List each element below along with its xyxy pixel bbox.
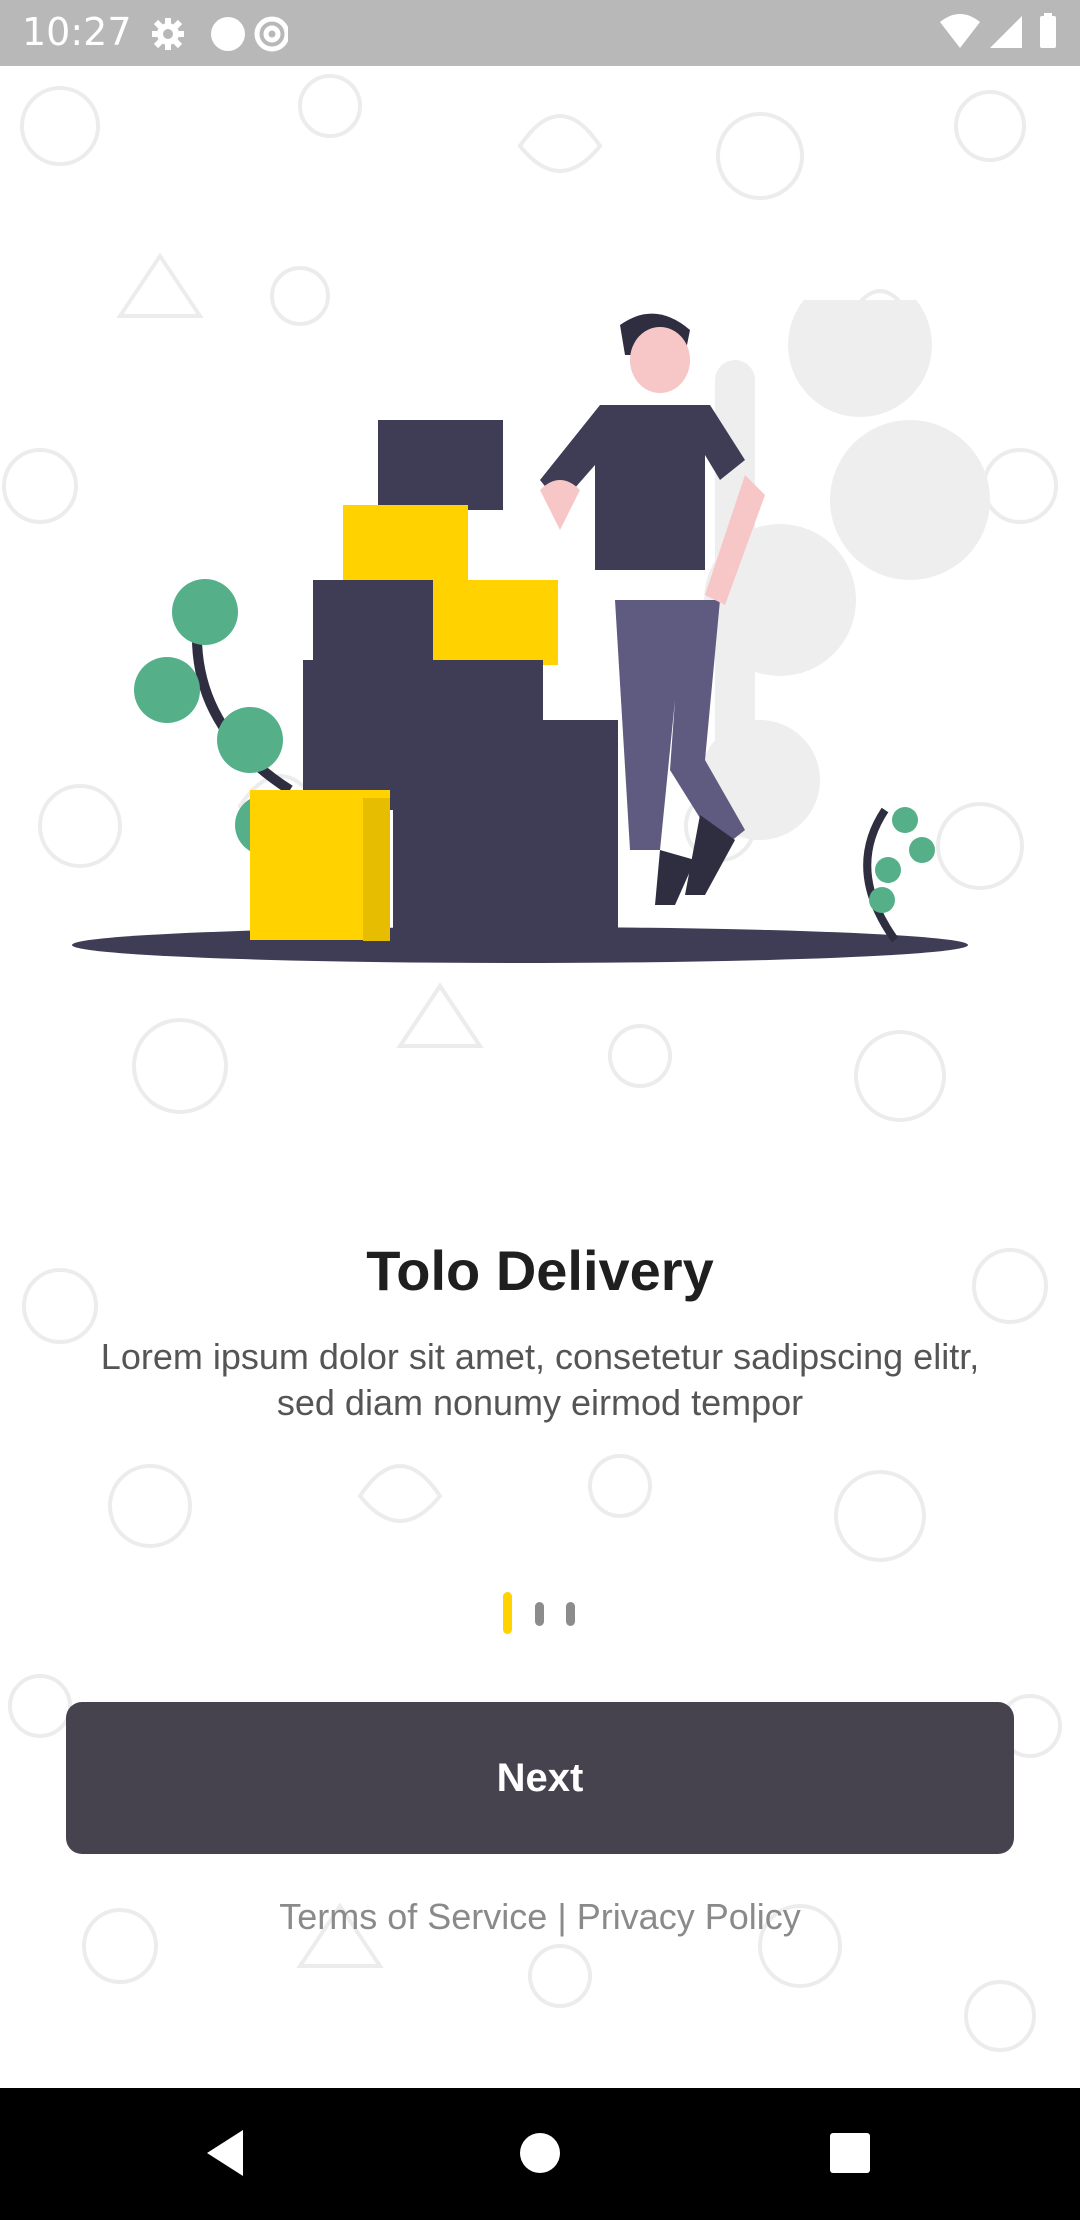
recents-button[interactable] [815,2118,885,2188]
settings-gear-icon [152,18,184,50]
right-plant [863,807,935,943]
battery-icon [1040,16,1056,48]
at-sign-icon [254,16,290,52]
background-plant-shape [700,300,990,840]
cellular-signal-icon [990,16,1022,48]
wifi-icon [940,14,980,48]
navigation-bar [0,2088,1080,2220]
home-icon [520,2133,560,2173]
onboarding-description: Lorem ipsum dolor sit amet, consetetur s… [100,1336,980,1423]
recents-icon [830,2133,870,2173]
back-icon [207,2130,243,2176]
onboarding-screen: 10:27 Tolo Delivery Lorem ipsum dolor si… [0,0,1080,2220]
next-button[interactable]: Next [66,1702,1014,1854]
status-time: 10:27 [22,10,132,54]
circle-icon [211,17,245,51]
privacy-policy-link[interactable]: Privacy Policy [577,1896,801,1937]
status-icons-left [148,14,290,59]
status-icons-right [940,12,1060,57]
page-indicator [500,1590,590,1634]
home-button[interactable] [505,2118,575,2188]
page-indicator-dot [566,1602,575,1626]
back-button[interactable] [190,2118,260,2188]
onboarding-title: Tolo Delivery [366,1239,714,1302]
delivery-illustration [72,300,990,963]
terms-of-service-link[interactable]: Terms of Service [279,1896,547,1937]
links-separator: | [547,1896,577,1937]
page-indicator-dot [535,1602,544,1626]
status-bar: 10:27 [0,0,1080,66]
page-indicator-dot-active [503,1592,512,1634]
legal-links: Terms of Service | Privacy Policy [0,1896,1080,1938]
